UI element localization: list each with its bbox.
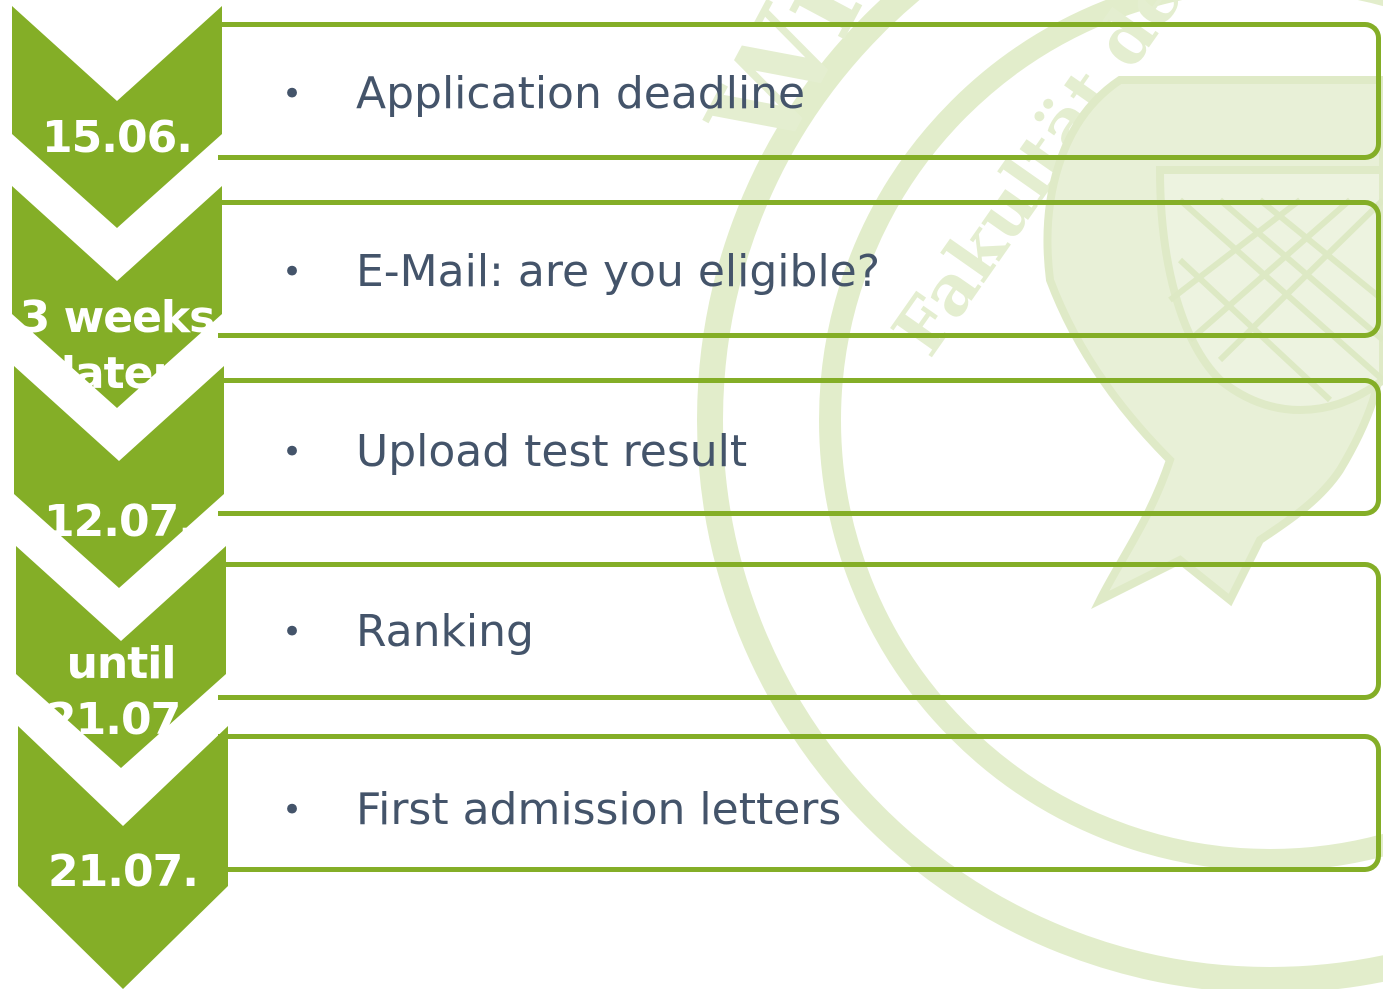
- step-1-item: • Application deadline: [282, 68, 805, 119]
- step-4-item: • Ranking: [282, 606, 534, 657]
- step-2-date-line-1: 3 weeks: [19, 292, 216, 343]
- step-5-date: 21.07.: [48, 846, 199, 897]
- step-3-date: 12.07.: [44, 496, 195, 547]
- step-4-text: Ranking: [356, 606, 534, 657]
- step-3-text: Upload test result: [356, 426, 748, 477]
- step-4-date-line-1: until: [66, 638, 177, 689]
- step-1-date: 15.06.: [42, 112, 193, 163]
- step-2-text: E-Mail: are you eligible?: [356, 246, 881, 297]
- step-5-item: • First admission letters: [282, 784, 841, 835]
- bullet-icon: •: [282, 789, 303, 830]
- step-1-text: Application deadline: [356, 68, 806, 119]
- bullet-icon: •: [282, 431, 303, 472]
- bullet-icon: •: [282, 611, 303, 652]
- timeline-chevron-5: 21.07.: [18, 726, 228, 989]
- bullet-icon: •: [282, 73, 303, 114]
- step-2-item: • E-Mail: are you eligible?: [282, 246, 880, 297]
- step-5-text: First admission letters: [356, 784, 842, 835]
- step-3-item: • Upload test result: [282, 426, 747, 477]
- bullet-icon: •: [282, 251, 303, 292]
